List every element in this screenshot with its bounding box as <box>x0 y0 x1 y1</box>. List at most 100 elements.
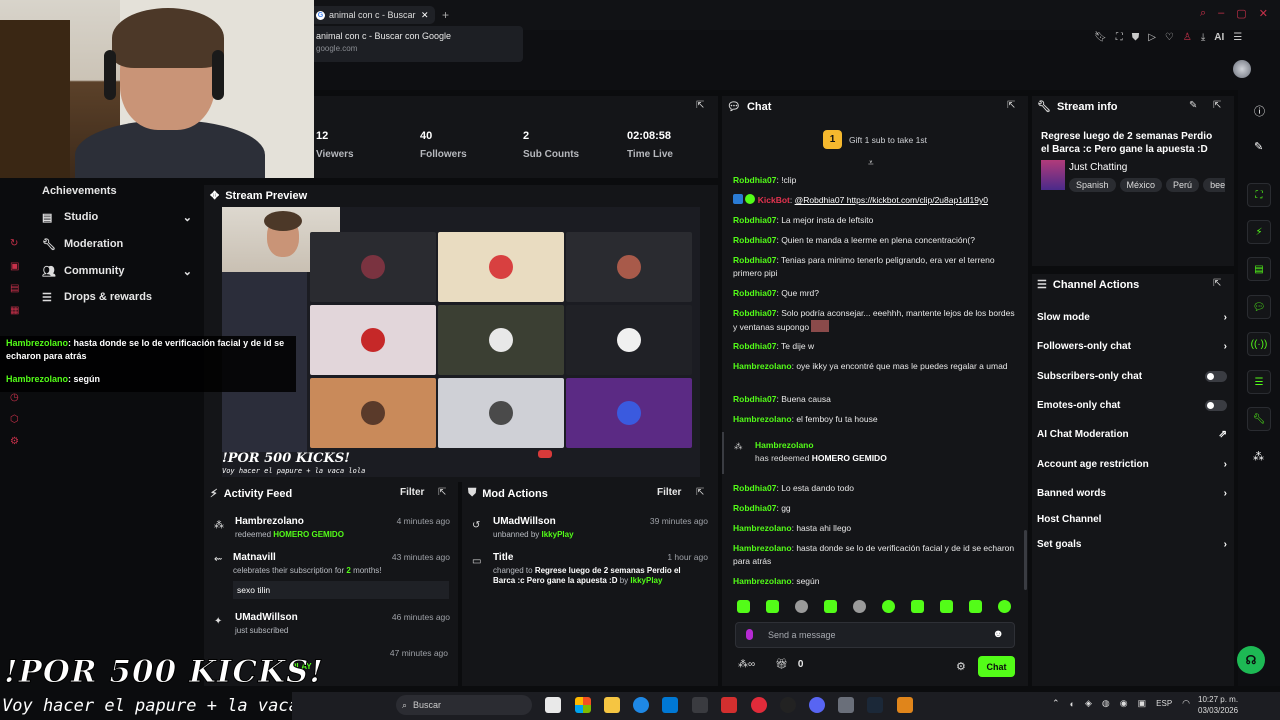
integrations-icon[interactable]: ⁂ <box>1253 450 1264 463</box>
activity-filter-button[interactable]: Filter <box>400 487 424 498</box>
new-tab-icon[interactable]: + <box>442 8 449 22</box>
emote-icon[interactable] <box>853 600 866 613</box>
emote-icon[interactable] <box>824 600 837 613</box>
app-icon[interactable] <box>692 697 708 713</box>
red-rail-icon[interactable]: ↻ <box>10 238 22 250</box>
microphone-icon[interactable] <box>746 629 753 640</box>
rail-chat-button[interactable]: 💬︎ <box>1247 295 1271 319</box>
shield-icon[interactable]: ⛊ <box>1132 32 1140 43</box>
scroll-down-icon[interactable]: ⩡ <box>868 158 874 169</box>
tag[interactable]: Perú <box>1166 178 1200 192</box>
emote-icon[interactable] <box>998 600 1011 613</box>
emote-icon[interactable] <box>940 600 953 613</box>
edit-pencil-icon[interactable]: ✎ <box>1189 100 1197 111</box>
tray-icon[interactable]: ◈ <box>1085 698 1092 709</box>
screenshot-icon[interactable]: ⛶ <box>1116 32 1123 43</box>
rail-actions-button[interactable]: ☰ <box>1247 370 1271 394</box>
emote-icon[interactable] <box>882 600 895 613</box>
action-set-goals[interactable]: Set goals › <box>1037 539 1227 550</box>
emote-icon[interactable] <box>795 600 808 613</box>
send-chat-button[interactable]: Chat <box>978 656 1015 677</box>
chevron-up-icon[interactable]: ⌃ <box>1052 698 1060 709</box>
emote-icon[interactable] <box>737 600 750 613</box>
expand-icon[interactable]: ⇱ <box>1213 278 1221 289</box>
winrar-icon[interactable] <box>721 697 737 713</box>
expand-icon[interactable]: ⇱ <box>1007 100 1015 111</box>
nav-achievements[interactable]: Achievements <box>42 181 117 201</box>
store-icon[interactable] <box>662 697 678 713</box>
action-followers-only[interactable]: Followers-only chat › <box>1037 341 1227 352</box>
tab-close-icon[interactable]: ✕ <box>421 10 429 21</box>
bookmark-icon[interactable]: 🔖︎ <box>1094 32 1107 43</box>
ai-icon[interactable]: AI <box>1214 32 1224 43</box>
edit-icon[interactable]: ✎ <box>1254 140 1263 153</box>
taskbar-search[interactable]: ⌕ Buscar <box>396 695 532 715</box>
tray-icon[interactable]: ▣ <box>1138 698 1147 709</box>
emotes-only-toggle[interactable] <box>1205 400 1227 411</box>
action-host-channel[interactable]: Host Channel <box>1037 514 1227 525</box>
heart-icon[interactable]: ♡ <box>1165 32 1174 43</box>
address-suggestion[interactable]: animal con c - Buscar con Google google.… <box>310 26 523 62</box>
subscribers-only-toggle[interactable] <box>1205 371 1227 382</box>
app-icon[interactable] <box>838 697 854 713</box>
red-rail-icon[interactable]: ⚙ <box>10 436 22 448</box>
red-rail-icon[interactable]: ▦ <box>10 305 22 317</box>
emote-icon[interactable] <box>911 600 924 613</box>
points-icon[interactable]: ⁂∞ <box>738 659 755 670</box>
expand-icon[interactable]: ⇱ <box>696 100 704 111</box>
move-icon[interactable]: ✥ <box>210 189 219 202</box>
menu-icon[interactable]: ☰ <box>1233 32 1242 43</box>
rail-activity-button[interactable]: ⚡︎ <box>1247 220 1271 244</box>
close-window-icon[interactable]: ✕ <box>1259 7 1268 20</box>
red-rail-icon[interactable]: ◷ <box>10 392 22 404</box>
task-view-icon[interactable] <box>545 697 561 713</box>
obs-icon[interactable] <box>780 697 796 713</box>
rail-notes-button[interactable]: ▤ <box>1247 257 1271 281</box>
chat-input-box[interactable]: Send a message ☻ <box>735 622 1015 648</box>
emoji-icon[interactable]: ☻ <box>992 628 1004 640</box>
emote-icon[interactable] <box>969 600 982 613</box>
action-ai-moderation[interactable]: AI Chat Moderation ⇗ <box>1037 429 1227 440</box>
nav-drops[interactable]: ☰ Drops & rewards <box>42 287 152 307</box>
expand-icon[interactable]: ⇱ <box>438 487 446 498</box>
tray-icon[interactable]: ◍ <box>1102 698 1110 709</box>
browser-tab[interactable]: G animal con c - Buscar con Google ✕ <box>310 6 435 24</box>
file-explorer-icon[interactable] <box>604 697 620 713</box>
nav-studio[interactable]: ▤ Studio ⌄ <box>42 207 192 227</box>
discord-icon[interactable] <box>809 697 825 713</box>
language-indicator[interactable]: ESP <box>1156 699 1172 708</box>
category-name[interactable]: Just Chatting <box>1069 162 1127 173</box>
download-icon[interactable]: ⤓ <box>1201 32 1205 43</box>
tag[interactable]: Spanish <box>1069 178 1116 192</box>
tag[interactable]: bee <box>1203 178 1225 192</box>
red-rail-icon[interactable]: ▣ <box>10 261 22 273</box>
app-icon[interactable] <box>897 697 913 713</box>
minimize-icon[interactable]: – <box>1218 7 1224 20</box>
gift-icon[interactable]: 🎁︎ <box>775 659 788 670</box>
rail-preview-button[interactable]: ⛶ <box>1247 183 1271 207</box>
profile-icon[interactable]: ♙ <box>1183 32 1192 43</box>
help-chat-button[interactable]: ☊ <box>1237 646 1265 674</box>
user-avatar[interactable] <box>1233 60 1251 78</box>
action-slow-mode[interactable]: Slow mode › <box>1037 312 1227 323</box>
gift-sub-banner[interactable]: 1 Gift 1 sub to take 1st <box>823 130 927 149</box>
tray-icon[interactable]: ◉ <box>1120 698 1128 709</box>
action-subscribers-only[interactable]: Subscribers-only chat <box>1037 371 1227 382</box>
play-icon[interactable]: ▷ <box>1148 32 1156 43</box>
emote-icon[interactable] <box>766 600 779 613</box>
edge-icon[interactable] <box>633 697 649 713</box>
tag[interactable]: México <box>1119 178 1163 192</box>
info-icon[interactable]: ⓘ <box>1254 103 1265 119</box>
expand-icon[interactable]: ⇱ <box>696 487 704 498</box>
action-banned-words[interactable]: Banned words › <box>1037 488 1227 499</box>
rail-audio-button[interactable]: ((·)) <box>1247 332 1271 356</box>
clock[interactable]: 10:27 p. m. 03/03/2026 <box>1198 694 1238 716</box>
red-rail-icon[interactable]: ⬡ <box>10 414 22 426</box>
opera-icon[interactable] <box>751 697 767 713</box>
maximize-icon[interactable]: ▢ <box>1236 7 1246 20</box>
steam-icon[interactable] <box>867 697 883 713</box>
tray-icon[interactable]: ◐ <box>1070 699 1075 709</box>
action-emotes-only[interactable]: Emotes-only chat <box>1037 400 1227 411</box>
action-account-age[interactable]: Account age restriction › <box>1037 459 1227 470</box>
nav-moderation[interactable]: 🔧︎ Moderation <box>42 234 123 254</box>
